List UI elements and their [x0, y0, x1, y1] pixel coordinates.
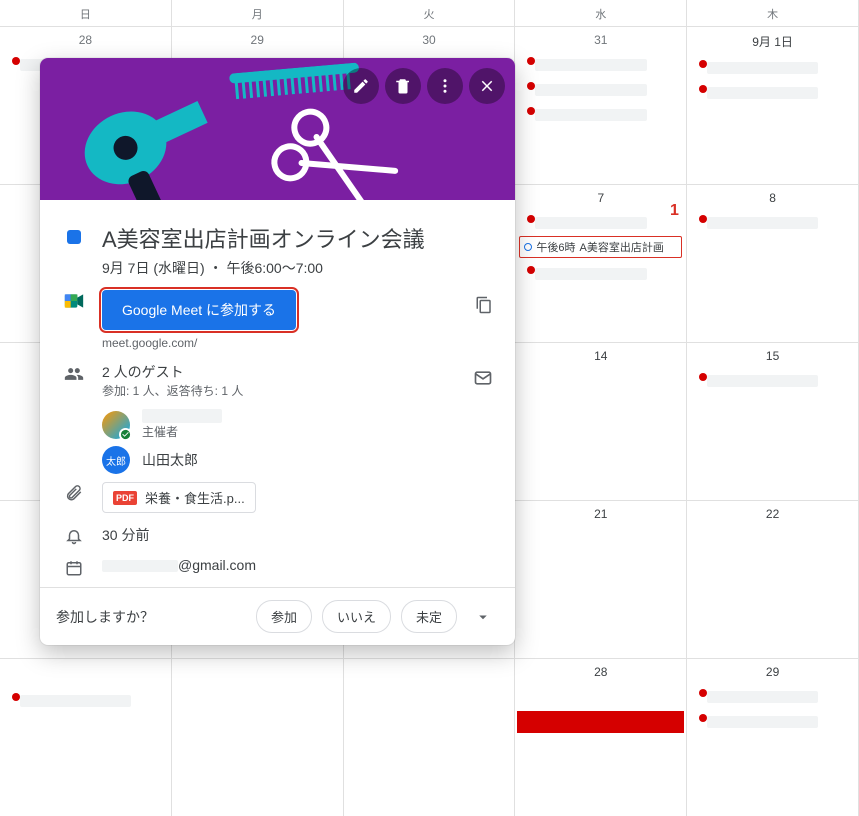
day-header-wed: 水 — [515, 0, 687, 26]
guest-name: 山田太郎 — [142, 450, 198, 470]
comb-decoration — [229, 62, 361, 103]
redacted-event — [20, 695, 131, 707]
event-dot — [699, 373, 707, 381]
day-cell[interactable] — [172, 659, 344, 816]
redacted-organizer-name — [142, 409, 222, 423]
rsvp-yes-button[interactable]: 参加 — [256, 600, 312, 633]
redacted-event — [707, 217, 818, 229]
event-dot — [527, 266, 535, 274]
day-cell[interactable]: 9月 1日 — [687, 27, 859, 184]
event-dot — [699, 689, 707, 697]
organizer-role: 主催者 — [142, 423, 222, 440]
day-headers: 日 月 火 水 木 — [0, 0, 859, 26]
calendar-email: @gmail.com — [102, 557, 499, 573]
popup-body: A美容室出店計画オンライン会議 9月 7日 (水曜日) ・ 午後6:00～7:0… — [40, 200, 515, 587]
redacted-event — [535, 268, 646, 280]
guests-count: 2 人のゲスト — [102, 362, 449, 382]
close-button[interactable] — [469, 68, 505, 104]
event-detail-popup: A美容室出店計画オンライン会議 9月 7日 (水曜日) ・ 午後6:00～7:0… — [40, 58, 515, 645]
day-cell[interactable]: 21 — [515, 501, 687, 658]
calendar-event-chip[interactable]: 午後6時 A美容室出店計画 — [519, 236, 682, 258]
event-dot — [527, 57, 535, 65]
all-day-event-bar[interactable] — [517, 711, 684, 733]
popup-header — [40, 58, 515, 200]
redacted-event — [707, 62, 818, 74]
day-cell[interactable]: 15 — [687, 343, 859, 500]
redacted-event — [707, 375, 818, 387]
annotation-1: 1 — [670, 202, 679, 220]
day-cell[interactable]: 7 午後6時 A美容室出店計画 — [515, 185, 687, 342]
event-dot — [699, 215, 707, 223]
attachment-icon — [64, 482, 84, 502]
event-ring-icon — [524, 243, 532, 251]
attachment-chip[interactable]: PDF 栄養・食生活.p... — [102, 482, 256, 513]
day-cell[interactable]: 31 — [515, 27, 687, 184]
avatar — [102, 411, 130, 439]
people-icon — [64, 362, 84, 384]
day-cell[interactable]: 29 — [687, 659, 859, 816]
day-header-thu: 木 — [687, 0, 859, 26]
rsvp-label: 参加しますか？ — [56, 607, 246, 627]
day-header-mon: 月 — [172, 0, 344, 26]
redacted-event — [707, 691, 818, 703]
day-cell[interactable] — [344, 659, 516, 816]
week-row-5: 28 29 — [0, 658, 859, 816]
edit-button[interactable] — [343, 68, 379, 104]
day-cell[interactable]: 28 — [515, 659, 687, 816]
event-dot — [699, 714, 707, 722]
event-chip-title: A美容室出店計画 — [580, 239, 664, 255]
redacted-event — [707, 87, 818, 99]
check-icon — [119, 428, 132, 441]
event-dot — [527, 215, 535, 223]
email-guests-button[interactable] — [467, 362, 499, 399]
guest-yamada[interactable]: 太郎 山田太郎 — [102, 442, 499, 476]
meet-icon — [64, 290, 84, 310]
rsvp-maybe-button[interactable]: 未定 — [401, 600, 457, 633]
day-cell[interactable]: 22 — [687, 501, 859, 658]
join-meet-button[interactable]: Google Meet に参加する — [102, 290, 296, 330]
redacted-event — [535, 59, 646, 71]
day-cell[interactable]: 8 — [687, 185, 859, 342]
event-dot — [527, 107, 535, 115]
options-button[interactable] — [427, 68, 463, 104]
day-header-sun: 日 — [0, 0, 172, 26]
day-header-tue: 火 — [344, 0, 516, 26]
rsvp-expand-button[interactable] — [467, 601, 499, 633]
redacted-event — [535, 84, 646, 96]
event-color-marker — [67, 230, 81, 244]
day-cell[interactable] — [0, 659, 172, 816]
event-dot — [12, 57, 20, 65]
attachment-name: 栄養・食生活.p... — [145, 488, 245, 507]
bell-icon — [64, 525, 84, 545]
event-datetime: 9月 7日 (水曜日) ・ 午後6:00～7:00 — [102, 258, 499, 278]
event-chip-time: 午後6時 — [536, 239, 575, 255]
pdf-badge: PDF — [113, 491, 137, 505]
day-cell[interactable]: 14 — [515, 343, 687, 500]
event-dot — [699, 85, 707, 93]
redacted-email-prefix — [102, 560, 178, 572]
calendar-icon — [64, 557, 84, 577]
redacted-event — [535, 217, 646, 229]
scissors-decoration — [256, 94, 414, 200]
guest-organizer[interactable]: 主催者 — [102, 405, 499, 442]
event-dot — [699, 60, 707, 68]
rsvp-no-button[interactable]: いいえ — [322, 600, 391, 633]
guests-status: 参加: 1 人、返答待ち: 1 人 — [102, 382, 449, 399]
event-dot — [12, 693, 20, 701]
event-title: A美容室出店計画オンライン会議 — [102, 222, 499, 254]
rsvp-footer: 参加しますか？ 参加 いいえ 未定 — [40, 587, 515, 645]
copy-link-button[interactable] — [469, 290, 499, 325]
redacted-event — [535, 109, 646, 121]
reminder-text: 30 分前 — [102, 525, 499, 545]
avatar: 太郎 — [102, 446, 130, 474]
event-dot — [527, 82, 535, 90]
hairdryer-decoration — [63, 74, 236, 200]
meet-link-text: meet.google.com/ — [102, 336, 451, 350]
redacted-event — [707, 716, 818, 728]
delete-button[interactable] — [385, 68, 421, 104]
